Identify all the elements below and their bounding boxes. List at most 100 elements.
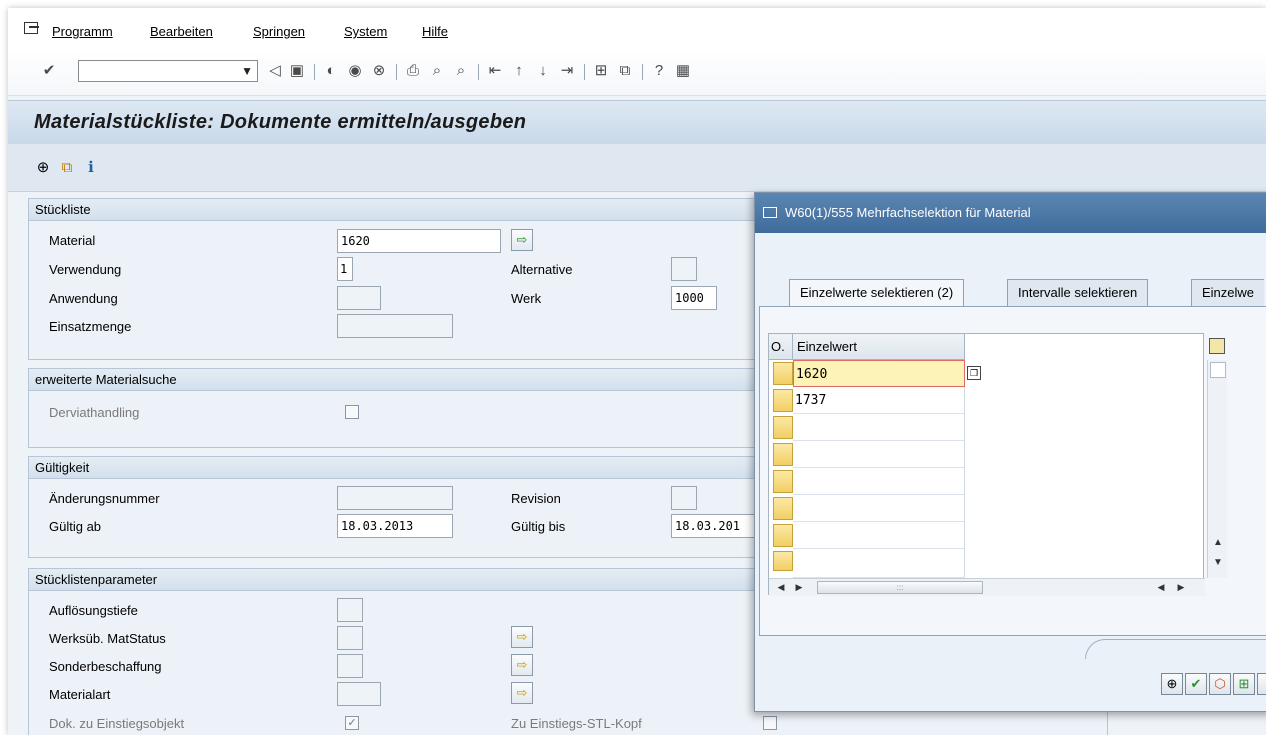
menu-springen[interactable]: Springen	[253, 24, 305, 39]
tab-einzelwerte-ausschliessen[interactable]: Einzelwe	[1191, 279, 1265, 307]
tab-einzelwerte[interactable]: Einzelwerte selektieren (2)	[789, 279, 965, 308]
menu-hilfe[interactable]: Hilfe	[422, 24, 448, 39]
execute-button[interactable]: ⊕	[1161, 673, 1183, 695]
aufloesungstiefe-input[interactable]	[337, 598, 363, 622]
row-selector[interactable]	[773, 497, 793, 520]
gueltig-ab-label: Gültig ab	[49, 519, 102, 534]
scroll-left-icon[interactable]: ◀	[1155, 581, 1167, 594]
previous-page-icon[interactable]: ↑	[510, 62, 528, 80]
row-selector[interactable]	[773, 362, 793, 385]
menu-bar: Programm Bearbeiten Springen System Hilf…	[8, 8, 1266, 50]
get-variant-icon[interactable]: ⧉	[58, 159, 76, 177]
application-toolbar: ⊕ ⧉ ℹ	[8, 144, 1266, 192]
anwendung-label: Anwendung	[49, 291, 118, 306]
first-page-icon[interactable]: ⇤	[486, 62, 504, 80]
column-header-einzelwert[interactable]: Einzelwert	[793, 334, 965, 360]
aenderungsnummer-input[interactable]	[337, 486, 453, 510]
find-icon[interactable]: ⌕	[428, 62, 446, 80]
shortcut-icon[interactable]: ⧉	[616, 62, 634, 80]
print-icon[interactable]: ⎙	[404, 62, 422, 80]
derviathandling-checkbox[interactable]	[345, 405, 359, 419]
einzelwert-cell[interactable]	[793, 441, 965, 468]
werks-matstatus-multiselect-button[interactable]: ⇨	[511, 626, 533, 648]
revision-input[interactable]	[671, 486, 697, 510]
zu-einstiegs-stl-kopf-label: Zu Einstiegs-STL-Kopf	[511, 716, 642, 731]
einzelwert-cell[interactable]: 1737	[793, 387, 965, 414]
werks-matstatus-input[interactable]	[337, 626, 363, 650]
column-header-option[interactable]: O.	[769, 334, 793, 360]
einzelwert-cell[interactable]	[793, 414, 965, 441]
vertical-scrollbar[interactable]: ▲ ▼	[1207, 360, 1227, 578]
column-configuration-icon[interactable]	[1209, 338, 1225, 354]
new-session-icon[interactable]: ⊞	[592, 62, 610, 80]
page-title: Materialstückliste: Dokumente ermitteln/…	[34, 111, 527, 133]
materialart-multiselect-button[interactable]: ⇨	[511, 682, 533, 704]
zu-einstiegs-stl-kopf-checkbox[interactable]	[763, 716, 777, 730]
menu-exit-icon[interactable]	[24, 22, 39, 34]
scroll-right-icon[interactable]: ▶	[793, 581, 805, 594]
scroll-left-icon[interactable]: ◀	[775, 581, 787, 594]
werk-input[interactable]: 1000	[671, 286, 717, 310]
einzelwert-cell[interactable]	[793, 549, 965, 578]
menu-system[interactable]: System	[344, 24, 387, 39]
row-selector[interactable]	[773, 416, 793, 439]
last-page-icon[interactable]: ⇥	[558, 62, 576, 80]
row-selector[interactable]	[773, 389, 793, 412]
menu-bearbeiten[interactable]: Bearbeiten	[150, 24, 213, 39]
dok-einstiegsobjekt-checkbox[interactable]: ✓	[345, 716, 359, 730]
verwendung-input[interactable]: 1	[337, 257, 353, 281]
save-icon[interactable]: ▣	[288, 62, 306, 80]
material-input[interactable]: 1620	[337, 229, 501, 253]
value-help-icon[interactable]: ❐	[967, 366, 981, 380]
einzelwert-cell[interactable]	[793, 468, 965, 495]
tab-intervalle[interactable]: Intervalle selektieren	[1007, 279, 1149, 307]
okcode-input[interactable]: ▼	[78, 60, 258, 82]
title-bar: Materialstückliste: Dokumente ermitteln/…	[8, 100, 1266, 144]
table-row	[769, 468, 965, 495]
next-page-icon[interactable]: ↓	[534, 62, 552, 80]
more-buttons[interactable]	[1257, 673, 1266, 695]
row-selector[interactable]	[773, 443, 793, 466]
anwendung-input[interactable]	[337, 286, 381, 310]
import-button[interactable]: ⬡	[1209, 673, 1231, 695]
einzelwert-cell[interactable]	[793, 495, 965, 522]
help-icon[interactable]: ?	[650, 62, 668, 80]
back-arrow-icon[interactable]: ◁	[266, 62, 284, 80]
info-icon[interactable]: ℹ	[82, 159, 100, 177]
einzelwert-cell[interactable]: 1620	[793, 360, 965, 387]
exit-icon[interactable]: ◉	[346, 62, 364, 80]
row-selector[interactable]	[773, 551, 793, 571]
insert-line-button[interactable]: ⊞	[1233, 673, 1255, 695]
dialog-title-bar[interactable]: W60(1)/555 Mehrfachselektion für Materia…	[755, 193, 1266, 233]
find-next-icon[interactable]: ⌕	[452, 62, 470, 80]
row-selector[interactable]	[773, 524, 793, 547]
scroll-box[interactable]	[1210, 362, 1226, 378]
enter-icon[interactable]: ✔	[40, 62, 58, 80]
dialog-footer: ⊕ ✔ ⬡ ⊞	[755, 639, 1266, 711]
multiselect-dialog: W60(1)/555 Mehrfachselektion für Materia…	[754, 192, 1266, 712]
grid-header: O. Einzelwert	[769, 334, 965, 360]
materialart-input[interactable]	[337, 682, 381, 706]
sonderbeschaffung-input[interactable]	[337, 654, 363, 678]
row-selector[interactable]	[773, 470, 793, 493]
back-icon[interactable]: ◐	[322, 62, 340, 80]
scroll-down-icon[interactable]: ▼	[1211, 556, 1225, 570]
einsatzmenge-input[interactable]	[337, 314, 453, 338]
menu-programm[interactable]: Programm	[52, 24, 113, 39]
gueltig-bis-input[interactable]: 18.03.201	[671, 514, 761, 538]
gueltig-ab-input[interactable]: 18.03.2013	[337, 514, 453, 538]
system-toolbar: ✔ ▼ ◁ ▣ ◐ ◉ ⊗ ⎙ ⌕ ⌕ ⇤ ↑ ↓ ⇥ ⊞ ⧉ ? ▦	[8, 50, 1266, 96]
check-entries-button[interactable]: ✔	[1185, 673, 1207, 695]
scroll-thumb[interactable]: :::	[817, 581, 983, 594]
horizontal-scrollbar[interactable]: ◀ ▶ ::: ◀ ▶	[769, 578, 1205, 596]
execute-icon[interactable]: ⊕	[34, 159, 52, 177]
einzelwert-cell[interactable]	[793, 522, 965, 549]
scroll-right-icon[interactable]: ▶	[1175, 581, 1187, 594]
cancel-icon[interactable]: ⊗	[370, 62, 388, 80]
material-multiselect-button[interactable]: ⇨	[511, 229, 533, 251]
alternative-input[interactable]	[671, 257, 697, 281]
sonderbeschaffung-multiselect-button[interactable]: ⇨	[511, 654, 533, 676]
chevron-down-icon[interactable]: ▼	[241, 64, 253, 78]
layout-menu-icon[interactable]: ▦	[674, 62, 692, 80]
scroll-up-icon[interactable]: ▲	[1211, 536, 1225, 550]
